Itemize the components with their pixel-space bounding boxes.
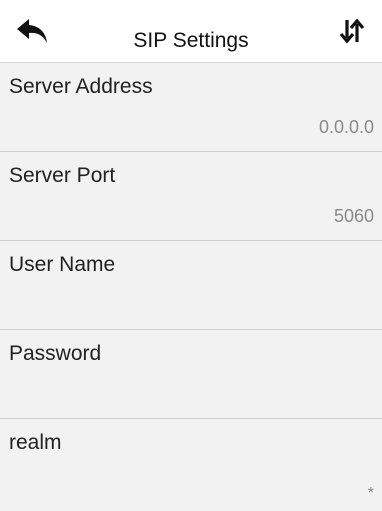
- setting-row-password[interactable]: Password: [0, 330, 382, 419]
- setting-value: 0.0.0.0: [318, 117, 374, 137]
- setting-value: *: [367, 485, 374, 502]
- setting-row-server-address[interactable]: Server Address 0.0.0.0: [0, 63, 382, 152]
- back-arrow-icon: [17, 19, 47, 43]
- top-bar: SIP Settings: [0, 0, 382, 63]
- sip-settings-screen: SIP Settings Server Address 0.0.0.0 Serv…: [0, 0, 382, 511]
- sort-button[interactable]: [330, 14, 374, 48]
- setting-label: Server Address: [9, 75, 153, 98]
- page-title: SIP Settings: [133, 29, 249, 52]
- setting-label: realm: [9, 431, 62, 454]
- setting-value: 5060: [333, 206, 374, 226]
- back-button[interactable]: [10, 14, 54, 48]
- setting-label: Server Port: [9, 164, 116, 187]
- setting-label: Password: [9, 342, 102, 365]
- setting-row-realm[interactable]: realm *: [0, 419, 382, 511]
- sort-arrows-icon: [339, 18, 365, 44]
- setting-row-server-port[interactable]: Server Port 5060: [0, 152, 382, 241]
- setting-row-user-name[interactable]: User Name: [0, 241, 382, 330]
- setting-label: User Name: [9, 253, 116, 276]
- settings-list: Server Address 0.0.0.0 Server Port 5060 …: [0, 63, 382, 511]
